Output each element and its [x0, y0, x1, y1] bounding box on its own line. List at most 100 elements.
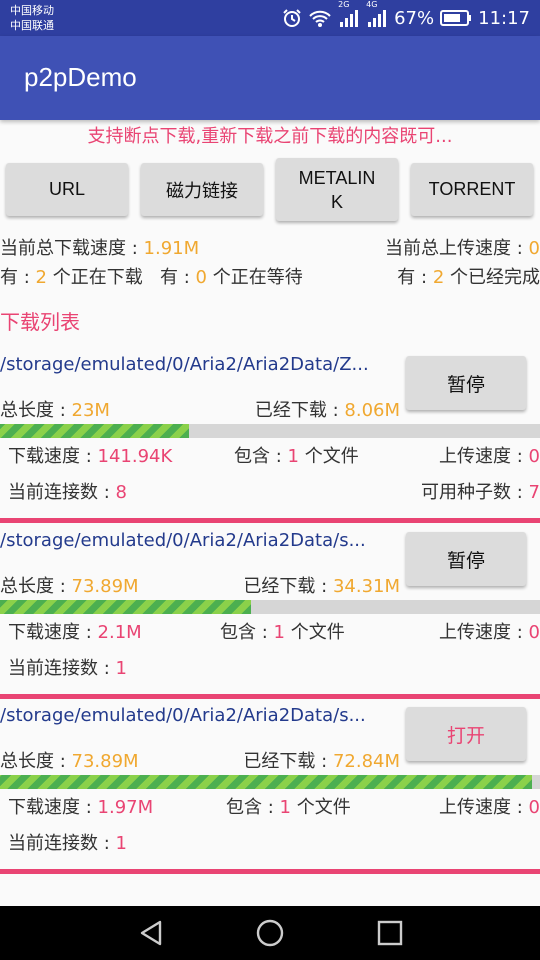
waiting-has-label: 有 :: [160, 267, 196, 288]
progress-bar: [0, 600, 540, 614]
connection-count: 当前连接数 : 1: [8, 654, 127, 680]
download-speed: 下载速度 : 2.1M: [8, 618, 142, 644]
downloaded-amount: 已经下载 : 34.31M: [243, 572, 400, 598]
completed-has-label: 有 :: [397, 267, 433, 288]
total-length-label: 总长度 :: [0, 576, 72, 597]
metalink-label-line1: METALIN: [298, 167, 376, 188]
file-count: 包含 : 1 个文件: [234, 442, 359, 468]
item-divider: [0, 869, 540, 874]
network-type-4g: 4G: [366, 0, 378, 9]
waiting-count: 有 : 0 个正在等待: [160, 263, 303, 289]
metalink-button[interactable]: METALIN K: [276, 158, 398, 221]
network-type-2g: 2G: [338, 0, 350, 9]
download-item: /storage/emulated/0/Aria2/Aria2Data/Z...…: [0, 354, 540, 524]
downloading-count-value: 2: [35, 267, 47, 288]
completed-count: 有 : 2 个已经完成: [397, 263, 540, 289]
clock: 11:17: [478, 7, 530, 29]
status-icons: 2G 4G 67% 11:17: [282, 0, 530, 36]
file-count-value: 1: [279, 797, 291, 818]
downloaded-value: 8.06M: [344, 400, 400, 421]
system-nav-bar: [0, 906, 540, 960]
carrier-1: 中国移动: [10, 4, 54, 17]
downloaded-label: 已经下载 :: [243, 751, 333, 772]
file-count-label: 包含 :: [220, 622, 274, 643]
torrent-button[interactable]: TORRENT: [411, 163, 533, 216]
file-count-value: 1: [273, 622, 285, 643]
file-count-unit: 个文件: [298, 446, 359, 467]
upload-speed: 上传速度 : 0: [439, 793, 540, 819]
carrier-2: 中国联通: [10, 19, 54, 32]
home-icon[interactable]: [255, 918, 285, 952]
progress-fill: [0, 424, 189, 438]
file-count-label: 包含 :: [226, 797, 280, 818]
battery-percent: 67%: [394, 7, 435, 29]
progress-bar: [0, 424, 540, 438]
downloading-count: 有 : 2 个正在下载: [0, 263, 143, 289]
pause-button[interactable]: 暂停: [406, 356, 526, 410]
downloading-count-label: 个正在下载: [46, 267, 143, 288]
metalink-label-line2: K: [330, 191, 343, 212]
download-speed-value: 2.1M: [97, 622, 142, 643]
downloaded-label: 已经下载 :: [254, 400, 345, 421]
signal-2g-icon: 2G: [338, 0, 360, 28]
file-path: /storage/emulated/0/Aria2/Aria2Data/s...: [0, 705, 366, 726]
upload-speed: 上传速度 : 0: [439, 442, 540, 468]
back-icon[interactable]: [136, 918, 166, 952]
completed-count-label: 个已经完成: [444, 267, 540, 288]
url-button[interactable]: URL: [6, 163, 128, 216]
total-download-speed-label: 当前总下载速度 :: [0, 238, 144, 259]
total-download-speed-value: 1.91M: [143, 238, 200, 259]
completed-count-value: 2: [432, 267, 445, 288]
connection-count-label: 当前连接数 :: [8, 658, 116, 679]
alarm-icon: [282, 8, 302, 28]
progress-fill: [0, 775, 533, 789]
open-button[interactable]: 打开: [406, 707, 526, 761]
upload-speed: 上传速度 : 0: [439, 618, 540, 644]
upload-speed-label: 上传速度 :: [439, 446, 529, 467]
download-list-title: 下载列表: [0, 310, 80, 334]
connection-count: 当前连接数 : 8: [8, 478, 127, 504]
total-length-value: 73.89M: [71, 576, 139, 597]
download-item: /storage/emulated/0/Aria2/Aria2Data/s...…: [0, 530, 540, 694]
seeder-count-value: 7: [528, 482, 540, 503]
upload-speed-label: 上传速度 :: [439, 797, 529, 818]
upload-speed-value: 0: [528, 622, 540, 643]
downloaded-value: 72.84M: [332, 751, 400, 772]
connection-count-value: 1: [115, 833, 127, 854]
total-length: 总长度 : 23M: [0, 396, 110, 422]
file-path: /storage/emulated/0/Aria2/Aria2Data/Z...: [0, 354, 369, 375]
magnet-button[interactable]: 磁力链接: [141, 163, 263, 216]
status-bar: 中国移动 中国联通 2G 4G 67% 11:17: [0, 0, 540, 36]
progress-bar: [0, 775, 540, 789]
download-speed-label: 下载速度 :: [8, 797, 98, 818]
progress-fill: [0, 600, 251, 614]
download-speed: 下载速度 : 141.94K: [8, 442, 172, 468]
total-length-value: 73.89M: [71, 751, 139, 772]
upload-speed-value: 0: [528, 797, 540, 818]
file-count-label: 包含 :: [234, 446, 288, 467]
file-count: 包含 : 1 个文件: [220, 618, 345, 644]
download-speed-value: 1.97M: [97, 797, 154, 818]
pause-button[interactable]: 暂停: [406, 532, 526, 586]
app-bar: p2pDemo: [0, 36, 540, 120]
carrier-names: 中国移动 中国联通: [10, 3, 54, 33]
connection-count: 当前连接数 : 1: [8, 829, 127, 855]
total-upload-speed-label: 当前总上传速度 :: [385, 238, 529, 259]
download-speed-value: 141.94K: [97, 446, 173, 467]
total-download-speed: 当前总下载速度 : 1.91M: [0, 234, 199, 260]
waiting-count-value: 0: [195, 267, 207, 288]
total-length-label: 总长度 :: [0, 400, 72, 421]
total-length-value: 23M: [71, 400, 110, 421]
item-divider: [0, 518, 540, 523]
wifi-icon: [308, 8, 332, 28]
file-count-unit: 个文件: [290, 797, 351, 818]
connection-count-value: 1: [115, 658, 127, 679]
downloaded-amount: 已经下载 : 72.84M: [243, 747, 400, 773]
downloaded-amount: 已经下载 : 8.06M: [255, 396, 400, 422]
recents-icon[interactable]: [375, 918, 405, 952]
downloading-has-label: 有 :: [0, 267, 36, 288]
file-path: /storage/emulated/0/Aria2/Aria2Data/s...: [0, 530, 366, 551]
seeder-count-label: 可用种子数 :: [421, 482, 529, 503]
app-title: p2pDemo: [24, 62, 137, 92]
total-length: 总长度 : 73.89M: [0, 747, 139, 773]
